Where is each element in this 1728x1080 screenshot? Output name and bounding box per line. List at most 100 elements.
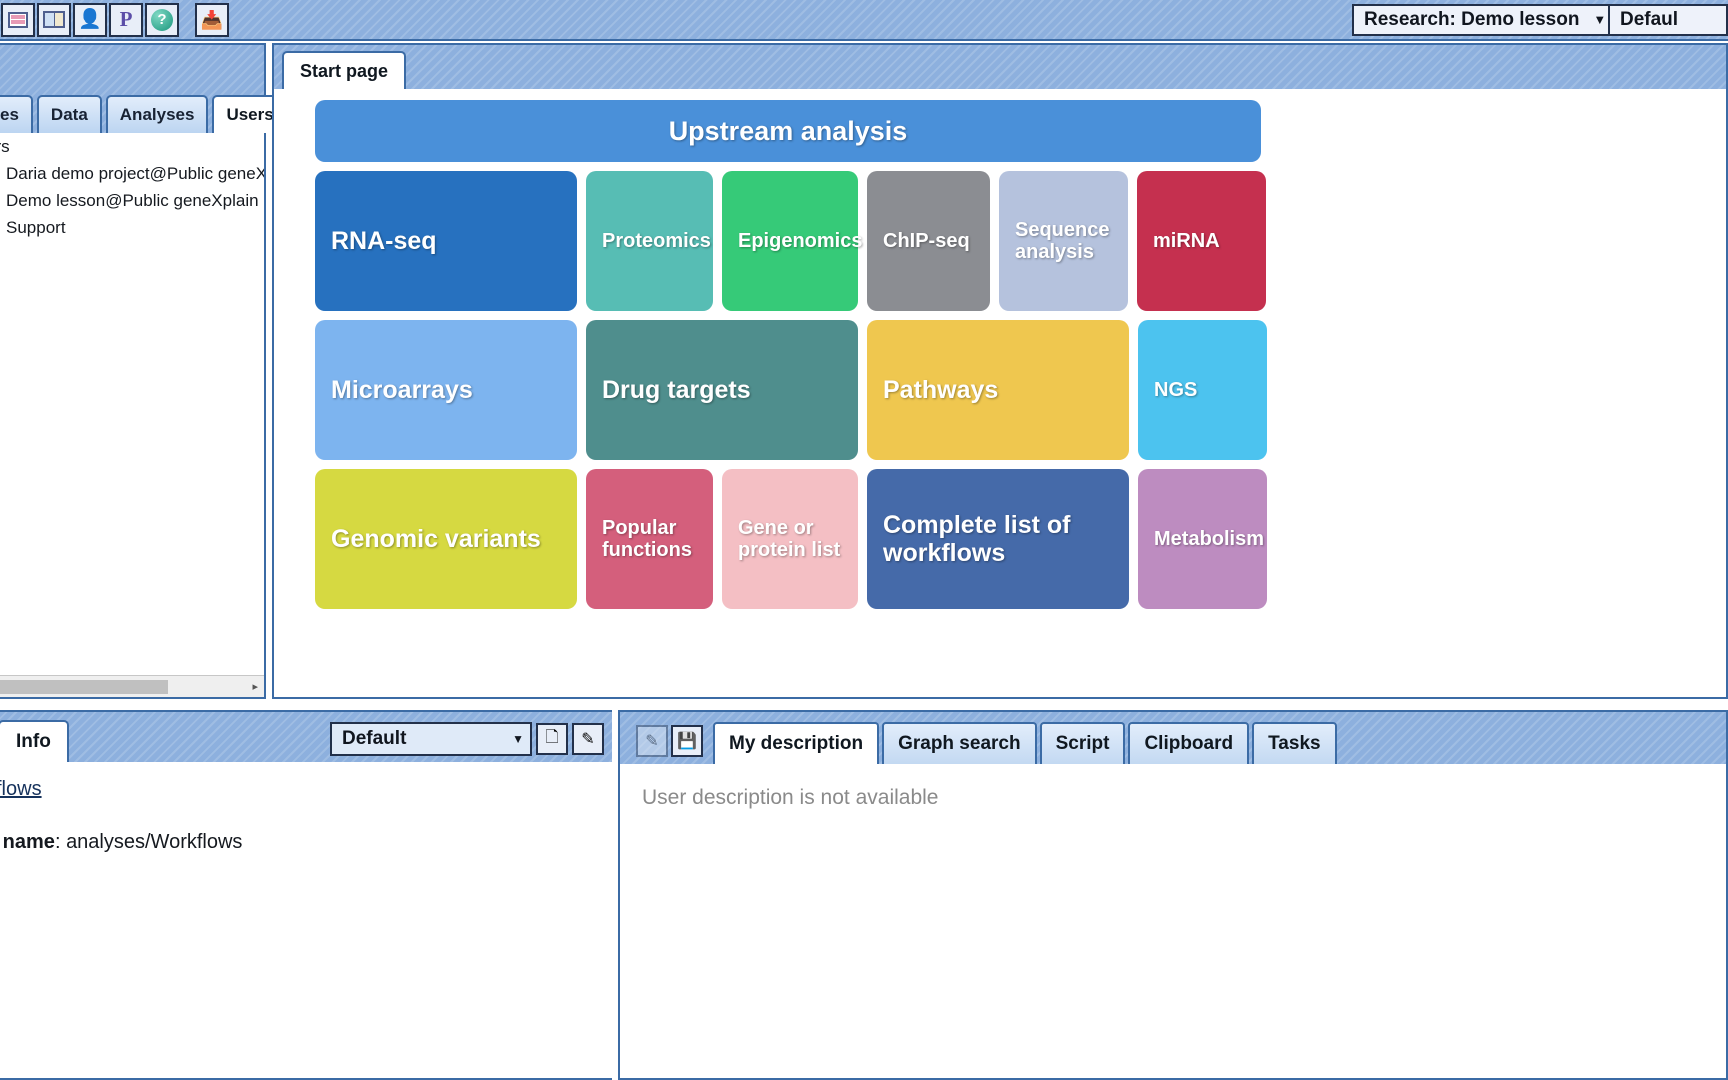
sidebar-tab-data[interactable]: Data (36, 95, 102, 133)
scroll-right-icon[interactable]: ▸ (252, 680, 264, 693)
info-panel: Info Default ▼ 🗋 ✎ kflows e name: analys… (0, 710, 614, 1080)
tab-clipboard[interactable]: Clipboard (1128, 722, 1250, 764)
perspective-select-value: Defaul (1620, 8, 1679, 30)
info-body: kflows e name: analyses/Workflows (0, 762, 612, 1078)
tile-drug-targets[interactable]: Drug targets (586, 320, 858, 460)
tile-pathways[interactable]: Pathways (867, 320, 1129, 460)
research-select[interactable]: Research: Demo lesson ▼ (1352, 3, 1610, 36)
tile-complete-list-of-workflows-label: Complete list of workflows (883, 511, 1071, 567)
tile-upstream-analysis[interactable]: Upstream analysis (315, 100, 1261, 162)
info-view-select-value: Default (342, 728, 407, 749)
tile-popular-functions-label: Popular functions (602, 516, 692, 561)
chevron-down-icon: ▼ (1593, 12, 1607, 27)
sidebar-tab-data-label: Data (50, 105, 88, 124)
info-workflows-link[interactable]: kflows (0, 778, 612, 801)
sidebar-tab-favorites[interactable]: es (0, 95, 33, 133)
info-view-select[interactable]: Default ▼ (330, 722, 532, 756)
tile-genomic-variants[interactable]: Genomic variants (315, 469, 577, 609)
tile-ngs-label: NGS (1154, 378, 1198, 401)
sidebar-tab-users-label: Users (226, 105, 274, 124)
tile-drug-targets-label: Drug targets (602, 376, 751, 404)
tab-info[interactable]: Info (0, 720, 69, 762)
tile-ngs[interactable]: NGS (1138, 320, 1267, 460)
perspective-select[interactable]: Defaul (1610, 3, 1728, 36)
tile-upstream-analysis-label: Upstream analysis (668, 115, 908, 146)
import-icon[interactable]: 📥 (195, 2, 229, 37)
navigator-header (0, 45, 264, 89)
description-panel: ✎ 💾 My description Graph search Script C… (618, 710, 1728, 1080)
navigator-tree[interactable]: ers Daria demo project@Public geneXplai … (0, 133, 264, 675)
scrollbar-thumb[interactable] (0, 679, 168, 694)
tab-script[interactable]: Script (1039, 722, 1126, 764)
toolbar-selects: Research: Demo lesson ▼ Defaul (1352, 3, 1728, 36)
document-icon[interactable]: 🗋 (536, 723, 568, 755)
main-panel: Start page Upstream analysis RNA-seq Pro… (272, 43, 1728, 699)
save-description-icon[interactable]: 💾 (671, 725, 703, 757)
navigator-horizontal-scrollbar[interactable]: ▸ (0, 675, 264, 697)
projects-icon[interactable]: P (109, 2, 143, 37)
info-detail-label: e name (0, 831, 55, 853)
tile-proteomics-label: Proteomics (602, 229, 711, 252)
tile-microarrays[interactable]: Microarrays (315, 320, 577, 460)
tile-mirna-label: miRNA (1153, 229, 1220, 252)
help-icon[interactable]: ? (145, 2, 179, 37)
list-item[interactable]: Demo lesson@Public geneXplain platf (0, 187, 264, 214)
edit-description-icon[interactable]: ✎ (636, 725, 668, 757)
tile-sequence-analysis[interactable]: Sequence analysis (999, 171, 1128, 311)
tab-tasks-label: Tasks (1268, 733, 1321, 754)
tile-epigenomics[interactable]: Epigenomics (722, 171, 862, 311)
tile-rna-seq[interactable]: RNA-seq (315, 171, 577, 311)
user-glyph: 👤 (78, 9, 102, 30)
description-toolbar: ✎ 💾 (626, 725, 713, 764)
tile-chip-seq[interactable]: ChIP-seq (867, 171, 990, 311)
document-glyph: 🗋 (545, 728, 559, 746)
tile-complete-list-of-workflows[interactable]: Complete list of workflows (867, 469, 1129, 609)
split-panels-icon[interactable] (37, 2, 71, 37)
tile-grid: Upstream analysis RNA-seq Proteomics Epi… (274, 89, 1726, 609)
info-toolbar: Default ▼ 🗋 ✎ (330, 722, 612, 762)
user-account-icon[interactable]: 👤 (73, 2, 107, 37)
tab-info-label: Info (16, 731, 51, 752)
tree-item-label: Daria demo project@Public geneXplai (6, 163, 264, 183)
tile-pathways-label: Pathways (883, 376, 999, 404)
tab-tasks[interactable]: Tasks (1252, 722, 1337, 764)
tile-microarrays-label: Microarrays (331, 376, 473, 404)
tile-proteomics[interactable]: Proteomics (586, 171, 713, 311)
start-page-body: Upstream analysis RNA-seq Proteomics Epi… (274, 89, 1726, 697)
table-view-icon[interactable] (1, 2, 35, 37)
tab-graph-search-label: Graph search (898, 733, 1021, 754)
tile-rna-seq-label: RNA-seq (331, 227, 437, 255)
edit-glyph: ✎ (581, 731, 595, 748)
tab-script-label: Script (1055, 733, 1110, 754)
info-detail-row: e name: analyses/Workflows (0, 831, 612, 854)
tree-root-item[interactable]: ers (0, 133, 264, 160)
tree-item-label: Support (6, 217, 66, 237)
tile-metabolism[interactable]: Metabolism (1138, 469, 1267, 609)
tile-mirna[interactable]: miRNA (1137, 171, 1266, 311)
panels-glyph (43, 11, 65, 28)
tile-gene-or-protein-list[interactable]: Gene or protein list (722, 469, 858, 609)
tile-popular-functions[interactable]: Popular functions (586, 469, 713, 609)
tree-item-label: Demo lesson@Public geneXplain platf (6, 190, 264, 210)
edit-icon[interactable]: ✎ (572, 723, 604, 755)
tile-row-3: Genomic variants Popular functions Gene … (315, 469, 1714, 609)
tab-graph-search[interactable]: Graph search (882, 722, 1037, 764)
main-tabstrip: Start page (274, 45, 1726, 89)
tile-epigenomics-label: Epigenomics (738, 229, 863, 252)
description-body: User description is not available (620, 764, 1726, 1078)
tree-root-label: ers (0, 136, 10, 156)
list-item[interactable]: Support (0, 214, 264, 241)
research-select-value: Research: Demo lesson (1364, 8, 1580, 30)
tile-row-1: RNA-seq Proteomics Epigenomics ChIP-seq … (315, 171, 1714, 311)
tab-start-page[interactable]: Start page (282, 51, 407, 89)
tab-my-description-label: My description (729, 733, 864, 754)
list-item[interactable]: Daria demo project@Public geneXplai (0, 160, 264, 187)
table-glyph (8, 11, 28, 28)
tile-metabolism-label: Metabolism (1154, 527, 1265, 550)
info-detail-colon: : (54, 831, 67, 853)
tab-my-description[interactable]: My description (713, 722, 880, 764)
import-glyph: 📥 (200, 9, 224, 30)
top-toolbar: 👤 P ? 📥 Research: Demo lesson ▼ Defaul (0, 0, 1728, 41)
sidebar-tab-analyses[interactable]: Analyses (105, 95, 209, 133)
tile-row-2: Microarrays Drug targets Pathways NGS (315, 320, 1714, 460)
